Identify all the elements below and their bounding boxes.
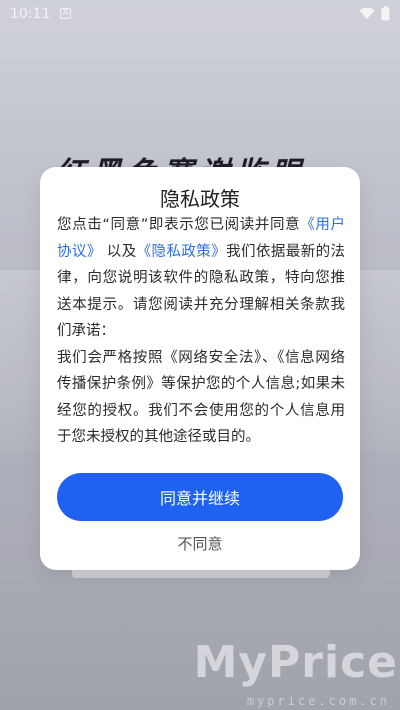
privacy-policy-link[interactable]: 《隐私政策》 bbox=[137, 244, 227, 260]
intro-text: 您点击“同意”即表示您已阅读并同意 bbox=[57, 217, 301, 233]
watermark-logo: MyPrice bbox=[193, 637, 398, 688]
and-text: 以及 bbox=[106, 243, 137, 260]
disagree-button[interactable]: 不同意 bbox=[40, 533, 360, 554]
agree-button[interactable]: 同意并继续 bbox=[57, 473, 343, 521]
dialog-body: 您点击“同意”即表示您已阅读并同意《用户协议》 以及《隐私政策》我们依据最新的法… bbox=[57, 212, 345, 451]
commitment-text: 我们会严格按照《网络安全法》、《信息网络传播保护条例》等保护您的个人信息;如果未… bbox=[57, 349, 345, 446]
watermark-url: myprice.com.cn bbox=[246, 694, 390, 708]
dialog-title: 隐私政策 bbox=[160, 187, 240, 211]
privacy-dialog: 隐私政策 您点击“同意”即表示您已阅读并同意《用户协议》 以及《隐私政策》我们依… bbox=[40, 167, 360, 570]
